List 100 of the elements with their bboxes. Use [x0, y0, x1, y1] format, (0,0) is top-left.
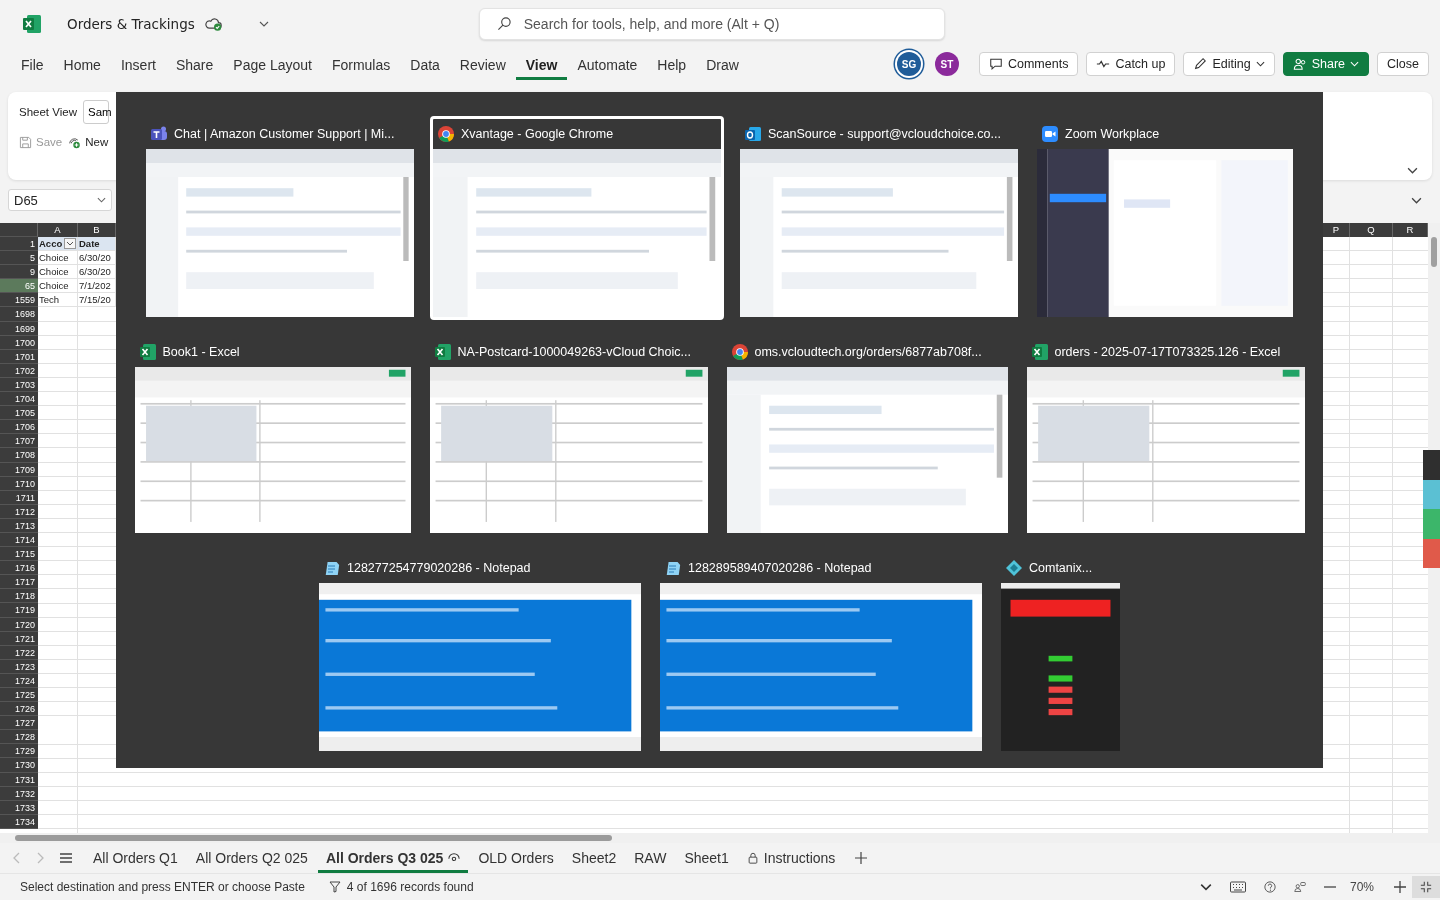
window-title: NA-Postcard-1000049263-vCloud Choic... [457, 345, 691, 359]
row-header[interactable]: 1706 [0, 420, 38, 435]
row-header[interactable]: 5 [0, 251, 38, 266]
spreadsheet-logo-icon[interactable] [22, 14, 42, 34]
user-avatar[interactable]: ST [934, 52, 959, 76]
row-header[interactable]: 1725 [0, 688, 38, 703]
sheet-tab[interactable]: Sheet2 [563, 843, 625, 873]
comment-icon [988, 57, 1003, 71]
sheet-tab[interactable]: Instructions [738, 843, 844, 873]
window-preview[interactable]: ScanSource - support@vcloudchoice.co... [737, 116, 1021, 320]
window-preview[interactable]: oms.vcloudtech.org/orders/6877ab708f... [723, 334, 1011, 536]
row-header[interactable]: 9 [0, 265, 38, 280]
menu-tab[interactable]: Review [449, 48, 516, 80]
header-cell: Acco [38, 237, 78, 252]
people-icon [1292, 57, 1307, 71]
menu-tab[interactable]: Draw [696, 48, 749, 80]
row-header[interactable]: 1708 [0, 448, 38, 463]
row-header[interactable]: 1717 [0, 575, 38, 590]
shrink-icon [1420, 881, 1432, 893]
row-header[interactable]: 65 [0, 279, 38, 294]
window-preview[interactable]: 128277254779020286 - Notepad [316, 550, 644, 754]
help-icon[interactable] [1263, 881, 1276, 893]
window-preview[interactable]: orders - 2025-07-17T073325.126 - Excel [1023, 334, 1308, 536]
menu-tab[interactable]: Insert [110, 48, 166, 80]
sheet-tab[interactable]: RAW [626, 843, 675, 873]
document-title: Orders & Trackings [67, 16, 195, 32]
search-icon [496, 16, 512, 31]
action-button[interactable]: Comments [978, 52, 1079, 76]
row-header[interactable]: 1718 [0, 589, 38, 604]
user-avatar[interactable]: SG [896, 52, 921, 76]
table-cell: Tech [38, 293, 78, 308]
menu-tab[interactable]: Automate [567, 48, 648, 80]
notepad-app-icon [323, 559, 341, 577]
action-button[interactable]: Close [1377, 52, 1429, 76]
action-button[interactable]: Editing [1183, 52, 1275, 76]
sheet-view-dropdown[interactable]: Sam [82, 100, 109, 124]
row-header[interactable]: 1727 [0, 716, 38, 731]
people-feedback-icon[interactable] [1293, 881, 1306, 893]
window-title: Zoom Workplace [1065, 127, 1160, 141]
chevron-down-icon[interactable] [1411, 196, 1422, 204]
sheet-tab[interactable]: All Orders Q1 [85, 843, 186, 873]
group-label: Sheet View [19, 106, 77, 118]
window-preview[interactable]: Xvantage - Google Chrome [430, 116, 724, 320]
row-header[interactable]: 1730 [0, 758, 38, 773]
row-header[interactable]: 1704 [0, 392, 38, 407]
chevron-down-icon [1255, 61, 1265, 67]
keyboard-icon[interactable] [1229, 881, 1246, 893]
window-preview[interactable]: NA-Postcard-1000049263-vCloud Choic... [426, 334, 711, 536]
row-header[interactable]: 1728 [0, 730, 38, 745]
sheet-tab[interactable]: All Orders Q2 025 [187, 843, 316, 873]
name-box[interactable]: D65 [8, 189, 112, 211]
header-cell: Date [78, 237, 116, 252]
window-title: Book1 - Excel [162, 345, 240, 359]
chevron-down-icon[interactable] [258, 21, 269, 27]
row-header[interactable]: 1716 [0, 561, 38, 576]
table-cell: Choice [38, 251, 78, 266]
chevron-down-icon[interactable] [1407, 167, 1418, 174]
window-preview[interactable]: Comtanix... [998, 550, 1123, 754]
zoom-in-icon[interactable] [1394, 881, 1406, 893]
menu-tab[interactable]: Help [647, 48, 697, 80]
row-header[interactable]: 1559 [0, 293, 38, 308]
row-header[interactable]: 1719 [0, 603, 38, 618]
window-preview[interactable]: Chat | Amazon Customer Support | Mi... [143, 116, 417, 320]
menu-tab[interactable]: Home [53, 48, 111, 80]
side-widget[interactable] [1423, 450, 1440, 568]
row-header[interactable]: 1698 [0, 307, 38, 322]
menu-tab[interactable]: View [515, 48, 568, 80]
search-field[interactable]: Search for tools, help, and more (Alt + Q) [478, 8, 945, 40]
record-count: 4 of 1696 records found [346, 880, 474, 894]
spreadsheet-app-icon [138, 343, 157, 361]
fit-screen-button[interactable] [1412, 876, 1440, 898]
menu-tab[interactable]: Page Layout [223, 48, 322, 80]
sheet-tab[interactable]: Sheet1 [676, 843, 737, 873]
menu-tab[interactable]: Data [400, 48, 450, 80]
chevron-down-icon[interactable] [1199, 881, 1212, 893]
row-header[interactable]: 1707 [0, 434, 38, 449]
cloud-check-icon [204, 16, 223, 32]
sheet-tab[interactable]: OLD Orders [470, 843, 562, 873]
pencil-icon [1193, 57, 1208, 71]
menu-tab[interactable]: Share [165, 48, 224, 80]
row-header[interactable]: 1715 [0, 547, 38, 562]
row-header[interactable]: 1705 [0, 406, 38, 421]
menu-tab[interactable]: Formulas [321, 48, 401, 80]
window-preview[interactable]: Book1 - Excel [131, 334, 414, 536]
window-preview[interactable]: Zoom Workplace [1034, 116, 1296, 320]
menu-icon[interactable] [59, 852, 73, 864]
filter-dropdown-icon[interactable] [64, 238, 76, 249]
sheet-tab[interactable]: All Orders Q3 025 [317, 843, 469, 873]
row-header[interactable]: 1726 [0, 702, 38, 717]
filter-icon [328, 881, 341, 893]
row-header[interactable]: 1 [0, 237, 38, 252]
action-button[interactable]: Catch up [1086, 52, 1176, 76]
spreadsheet-app-icon [433, 343, 452, 361]
new-view-button[interactable]: New [85, 136, 115, 148]
action-button[interactable]: Share [1282, 52, 1370, 76]
chevron-down-icon [1350, 61, 1360, 67]
add-sheet-icon[interactable] [855, 852, 868, 864]
window-preview[interactable]: 128289589407020286 - Notepad [657, 550, 985, 754]
menu-tab[interactable]: File [11, 48, 54, 80]
row-header[interactable]: 1729 [0, 744, 38, 759]
